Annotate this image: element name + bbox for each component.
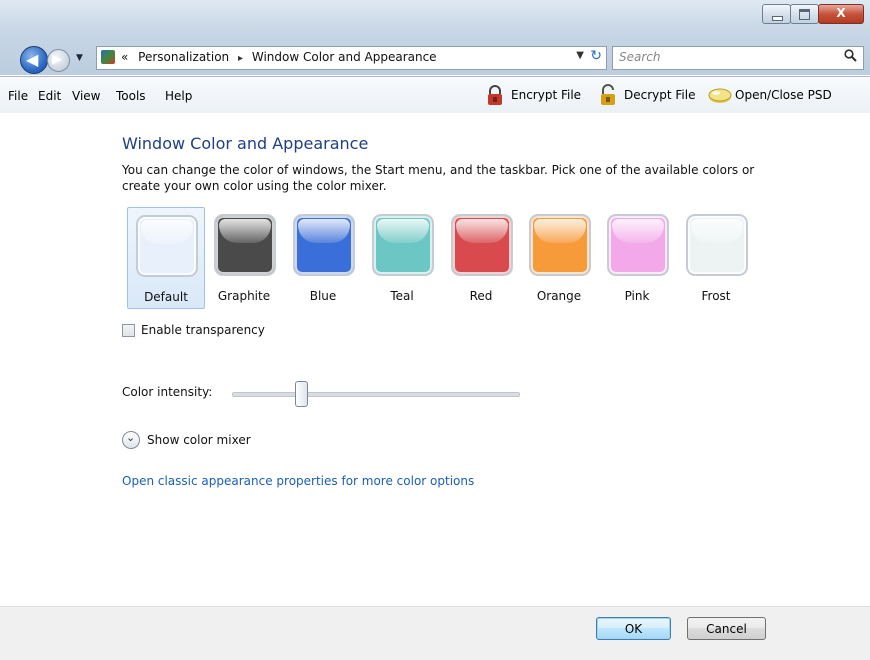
minimize-icon [772, 16, 783, 21]
page-title: Window Color and Appearance [122, 134, 369, 153]
color-intensity-slider-thumb[interactable] [295, 381, 309, 407]
swatch-tile [607, 214, 669, 276]
swatch-tile [136, 215, 198, 277]
maximize-button[interactable] [790, 4, 819, 24]
swatch-label: Frost [701, 289, 731, 303]
swatch-tile [214, 214, 276, 276]
swatch-red[interactable]: Red [443, 207, 519, 307]
encrypt-file-label: Encrypt File [511, 88, 582, 102]
breadcrumb: « Personalization ▸ Window Color and App… [121, 50, 437, 64]
swatch-tile [686, 214, 748, 276]
menu-bar: File Edit View Tools Help Encrypt File D… [0, 76, 870, 114]
menu-help[interactable]: Help [165, 89, 192, 103]
back-arrow-icon: ◀ [26, 50, 39, 69]
swatch-frost[interactable]: Frost [678, 207, 754, 307]
swatch-teal[interactable]: Teal [364, 207, 440, 307]
swatch-tile [293, 214, 355, 276]
forward-button[interactable]: ▶ [47, 49, 70, 72]
menu-tools[interactable]: Tools [116, 89, 146, 103]
swatch-tile [529, 214, 591, 276]
decrypt-lock-icon [597, 84, 619, 106]
decrypt-file-button[interactable]: Decrypt File [597, 83, 695, 107]
swatch-label: Default [144, 290, 188, 304]
refresh-icon[interactable]: ↻ [590, 48, 602, 64]
color-intensity-slider-track[interactable] [232, 392, 520, 397]
psd-drive-icon [708, 84, 732, 106]
control-panel-icon [101, 50, 115, 64]
breadcrumb-prefix[interactable]: « [121, 50, 128, 64]
enable-transparency-label: Enable transparency [141, 323, 265, 337]
title-bar: X [0, 0, 870, 37]
swatch-label: Red [469, 289, 493, 303]
address-bar[interactable]: « Personalization ▸ Window Color and App… [96, 46, 607, 70]
window-controls: X [762, 4, 864, 24]
search-box [612, 46, 864, 70]
close-button[interactable]: X [818, 4, 864, 24]
forward-arrow-icon: ▶ [52, 52, 62, 67]
cancel-button[interactable]: Cancel [687, 617, 766, 640]
swatch-pink[interactable]: Pink [599, 207, 675, 307]
page-description: You can change the color of windows, the… [122, 163, 755, 193]
search-icon[interactable] [844, 49, 857, 66]
address-dropdown-icon[interactable]: ▼ [576, 50, 584, 61]
classic-appearance-link[interactable]: Open classic appearance properties for m… [122, 474, 474, 488]
close-icon: X [836, 6, 846, 20]
swatch-label: Teal [390, 289, 414, 303]
swatch-label: Graphite [217, 289, 271, 303]
open-close-psd-label: Open/Close PSD [735, 88, 832, 102]
maximize-icon [799, 9, 810, 20]
swatch-label: Blue [309, 289, 337, 303]
search-input[interactable] [619, 49, 829, 65]
swatch-tile [372, 214, 434, 276]
back-button[interactable]: ◀ [20, 46, 48, 74]
enable-transparency-option[interactable]: Enable transparency [122, 323, 265, 337]
open-close-psd-button[interactable]: Open/Close PSD [708, 83, 832, 107]
encrypt-lock-icon [484, 84, 506, 106]
menu-file[interactable]: File [8, 89, 28, 103]
swatch-tile [451, 214, 513, 276]
minimize-button[interactable] [762, 4, 791, 24]
breadcrumb-personalization[interactable]: Personalization [138, 50, 229, 64]
menu-edit[interactable]: Edit [38, 89, 61, 103]
enable-transparency-checkbox[interactable] [122, 323, 135, 337]
window: X ◀ ▶ ▼ « Personalization ▸ Window Color… [0, 0, 870, 660]
breadcrumb-separator-icon[interactable]: ▸ [238, 53, 243, 64]
menu-view[interactable]: View [72, 89, 100, 103]
color-intensity-label: Color intensity: [122, 385, 213, 399]
swatch-default[interactable]: Default [127, 207, 205, 309]
show-color-mixer-label: Show color mixer [147, 433, 251, 447]
recent-pages-dropdown-icon[interactable]: ▼ [76, 53, 83, 63]
decrypt-file-label: Decrypt File [624, 88, 696, 102]
swatch-label: Orange [536, 289, 582, 303]
swatch-blue[interactable]: Blue [285, 207, 361, 307]
swatch-orange[interactable]: Orange [521, 207, 597, 307]
breadcrumb-window-color[interactable]: Window Color and Appearance [252, 50, 437, 64]
swatch-label: Pink [624, 289, 650, 303]
chevron-down-icon[interactable]: ⌄ [122, 431, 140, 449]
show-color-mixer-toggle[interactable]: ⌄ Show color mixer [122, 431, 251, 449]
ok-button[interactable]: OK [596, 617, 671, 640]
swatch-graphite[interactable]: Graphite [206, 207, 282, 307]
encrypt-file-button[interactable]: Encrypt File [484, 83, 581, 107]
